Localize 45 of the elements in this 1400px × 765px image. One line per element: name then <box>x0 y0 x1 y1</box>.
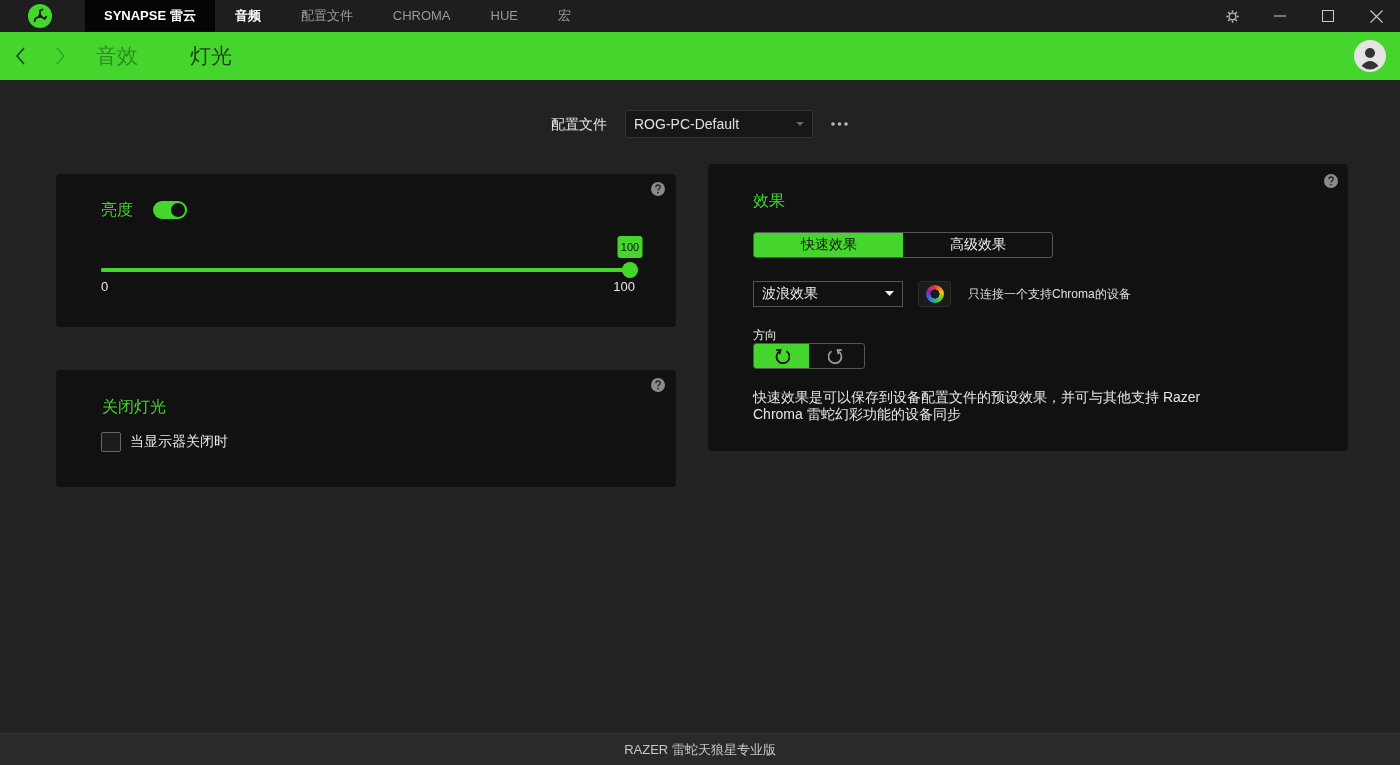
profile-label: 配置文件 <box>551 114 607 134</box>
section-tab[interactable]: 灯光 <box>190 32 232 80</box>
module-tab[interactable]: CHROMA <box>372 0 471 32</box>
module-tab[interactable]: HUE <box>470 0 538 32</box>
checkbox-label: 当显示器关闭时 <box>130 432 228 451</box>
color-picker-button[interactable] <box>918 280 951 307</box>
effect-mode-switch[interactable]: 快速效果 高级效果 <box>753 231 1053 258</box>
effect-description: 快速效果是可以保存到设备配置文件的预设效果，并可与其他支持 Razer Chroma 雷蛇幻彩功能的设备同步 <box>753 388 1202 423</box>
rotate-clockwise-icon <box>773 347 790 364</box>
lights-off-title: 关闭灯光 <box>102 397 167 417</box>
settings-icon[interactable] <box>1224 8 1240 24</box>
help-icon[interactable] <box>651 378 665 392</box>
slider-max-label: 100 <box>613 279 635 295</box>
maximize-icon[interactable] <box>1322 10 1334 22</box>
brightness-toggle[interactable] <box>153 201 187 219</box>
help-icon[interactable] <box>651 182 665 196</box>
module-tab[interactable]: 音频 <box>214 0 281 32</box>
device-name: RAZER 雷蛇天狼星专业版 <box>624 740 776 759</box>
direction-toggle[interactable] <box>753 342 865 369</box>
value-bubble: 100 <box>617 236 643 258</box>
home-tab[interactable]: SYNAPSE 雷云 <box>85 0 215 32</box>
caret-icon <box>885 291 894 296</box>
module-tab[interactable]: 配置文件 <box>280 0 373 32</box>
more-icon[interactable] <box>830 122 848 126</box>
effect-mode-tab[interactable]: 快速效果 <box>754 232 903 257</box>
slider-thumb[interactable] <box>622 262 638 278</box>
rotate-counterclockwise-icon <box>828 347 845 364</box>
avatar-icon[interactable] <box>1354 40 1386 72</box>
checkbox[interactable] <box>101 431 121 452</box>
profile-dropdown[interactable]: ROG-PC-Default <box>625 110 813 138</box>
close-icon[interactable] <box>1369 9 1383 23</box>
slider-min-label: 0 <box>101 279 109 295</box>
color-wheel-icon <box>925 284 944 303</box>
device-note: 只连接一个支持Chroma的设备 <box>968 285 1131 303</box>
brightness-title: 亮度 <box>101 200 133 220</box>
effect-dropdown[interactable]: 波浪效果 <box>753 280 903 307</box>
caret-icon <box>796 122 804 126</box>
direction-label: 方向 <box>753 326 777 343</box>
module-tab[interactable]: 宏 <box>538 0 591 32</box>
effects-title: 效果 <box>753 191 785 211</box>
back-icon[interactable] <box>15 47 25 65</box>
app-logo-icon <box>28 4 52 28</box>
help-icon[interactable] <box>1324 174 1338 188</box>
direction-button[interactable] <box>754 343 809 368</box>
effect-mode-tab[interactable]: 高级效果 <box>903 232 1052 257</box>
